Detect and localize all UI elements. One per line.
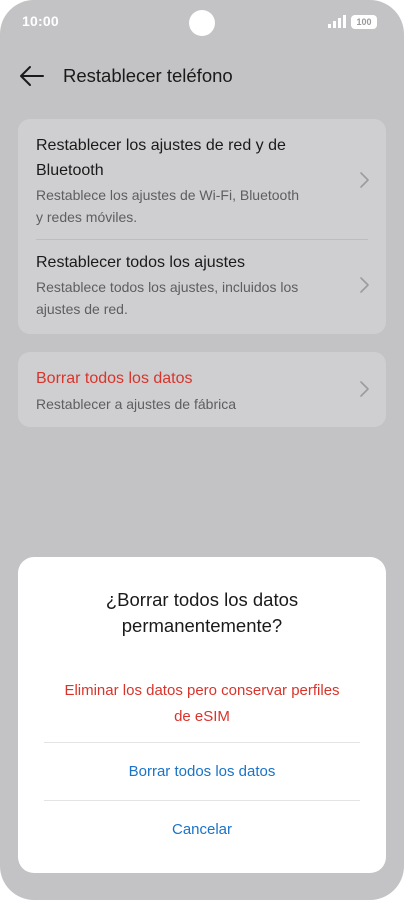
battery-icon: 100	[351, 15, 377, 29]
all-settings-reset-title: Restablecer todos los ajustes	[36, 254, 245, 271]
erase-keep-esim-label-2: de eSIM	[174, 708, 230, 725]
all-settings-reset-item[interactable]: Restablecer todos los ajustes Restablece…	[18, 240, 386, 334]
dialog-title-line-2: permanentemente?	[121, 615, 283, 636]
network-reset-sub-2: y redes móviles.	[36, 209, 138, 225]
erase-all-data-button[interactable]: Borrar todos los datos	[38, 759, 366, 785]
page-title: Restablecer teléfono	[63, 65, 233, 86]
all-settings-reset-sub-2: ajustes de red.	[36, 301, 128, 317]
arrow-left-icon[interactable]	[18, 62, 46, 90]
phone-screen: 10:00 100 Restablecer teléfono Restablec…	[0, 0, 404, 900]
erase-keep-esim-label-1: Eliminar los datos pero conservar perfil…	[64, 682, 340, 699]
erase-confirm-dialog: ¿Borrar todos los datos permanentemente?…	[18, 557, 386, 873]
all-settings-reset-sub-1: Restablece todos los ajustes, incluidos …	[36, 279, 299, 295]
dialog-divider	[44, 742, 360, 743]
erase-all-data-title: Borrar todos los datos	[36, 370, 193, 387]
erase-all-data-sub: Restablecer a ajustes de fábrica	[36, 396, 236, 412]
reset-options-card: Restablecer los ajustes de red y de Blue…	[18, 119, 386, 334]
status-time: 10:00	[22, 13, 59, 29]
dialog-title: ¿Borrar todos los datos permanentemente?	[38, 587, 366, 639]
status-bar: 10:00 100	[0, 0, 404, 44]
battery-level: 100	[356, 17, 372, 27]
chevron-right-icon	[360, 277, 369, 293]
dialog-title-line-1: ¿Borrar todos los datos	[105, 589, 299, 610]
network-reset-sub-1: Restablece los ajustes de Wi-Fi, Bluetoo…	[36, 187, 300, 203]
chevron-right-icon	[360, 381, 369, 397]
dialog-divider	[44, 800, 360, 801]
erase-keep-esim-button[interactable]: Eliminar los datos pero conservar perfil…	[38, 678, 366, 730]
network-reset-item[interactable]: Restablecer los ajustes de red y de Blue…	[18, 119, 386, 239]
erase-data-card[interactable]: Borrar todos los datos Restablecer a aju…	[18, 352, 386, 427]
page-header: Restablecer teléfono	[0, 56, 404, 96]
cancel-button[interactable]: Cancelar	[38, 817, 366, 843]
chevron-right-icon	[360, 172, 369, 188]
signal-icon	[328, 15, 346, 28]
erase-all-data-item[interactable]: Borrar todos los datos Restablecer a aju…	[18, 352, 386, 427]
front-camera	[189, 10, 215, 36]
network-reset-title-1: Restablecer los ajustes de red y de	[36, 137, 286, 154]
network-reset-title-2: Bluetooth	[36, 162, 104, 179]
